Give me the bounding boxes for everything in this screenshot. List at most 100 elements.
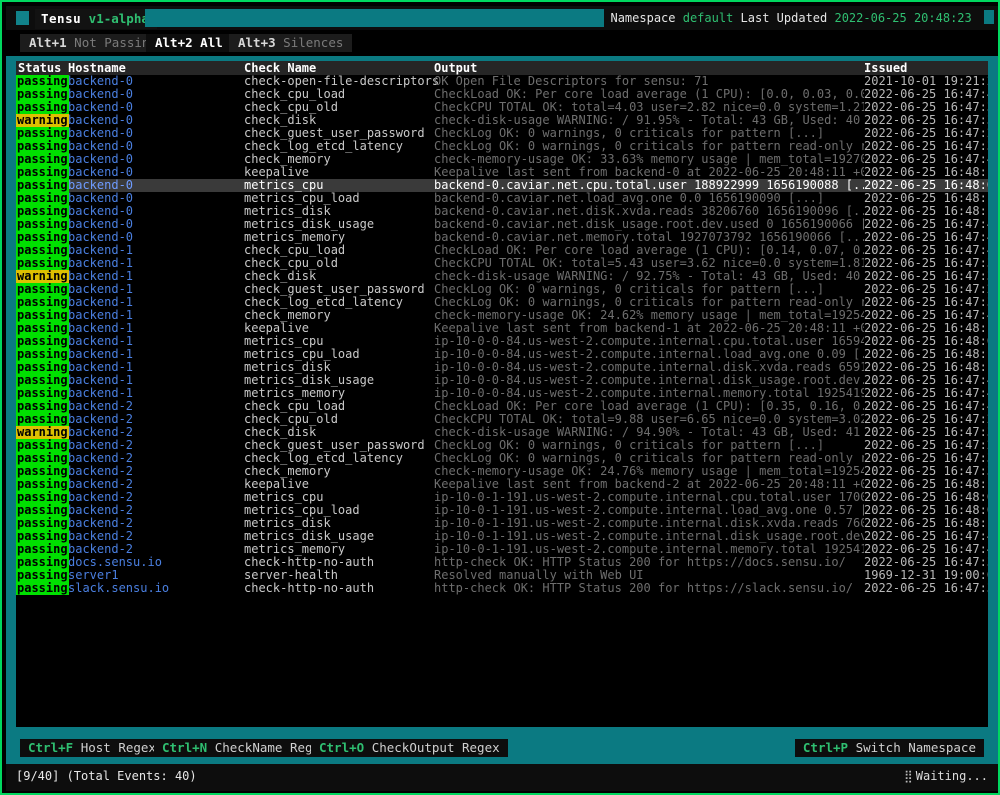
table-row[interactable]: passingbackend-1metrics_memoryip-10-0-0-…: [16, 387, 988, 400]
table-row[interactable]: passingbackend-1check_cpu_oldCheckCPU TO…: [16, 257, 988, 270]
cell-issued: 2022-06-25 16:47:46: [864, 88, 988, 101]
table-row[interactable]: passingbackend-0check_cpu_oldCheckCPU TO…: [16, 101, 988, 114]
cell-hostname: backend-2: [68, 517, 238, 530]
cell-issued: 2022-06-25 16:48:05: [864, 504, 988, 517]
table-row[interactable]: passingbackend-1metrics_diskip-10-0-0-84…: [16, 361, 988, 374]
cell-check-name: check_memory: [244, 309, 439, 322]
table-row[interactable]: passingbackend-0metrics_cpu_loadbackend-…: [16, 192, 988, 205]
table-row[interactable]: passingserver1server-healthResolved manu…: [16, 569, 988, 582]
table-row[interactable]: passingbackend-2check_cpu_loadCheckLoad …: [16, 400, 988, 413]
cell-hostname: backend-1: [68, 244, 238, 257]
table-row[interactable]: passingbackend-2metrics_cpuip-10-0-1-191…: [16, 491, 988, 504]
status-badge: passing: [16, 504, 76, 517]
key-checkname-regex[interactable]: Ctrl+N CheckName Regex: [154, 739, 336, 757]
namespace-value[interactable]: default: [683, 11, 734, 25]
cell-issued: 2022-06-25 16:47:31: [864, 257, 988, 270]
cell-output: check-disk-usage WARNING: / 91.95% - Tot…: [434, 114, 864, 127]
status-badge-chip: warning: [16, 114, 69, 127]
table-row[interactable]: warningbackend-0check_diskcheck-disk-usa…: [16, 114, 988, 127]
cell-check-name: metrics_cpu_load: [244, 192, 439, 205]
cell-output: OK Open File Descriptors for sensu: 71: [434, 75, 864, 88]
status-badge-chip: passing: [16, 153, 69, 166]
status-badge: passing: [16, 192, 76, 205]
status-badge-chip: warning: [16, 426, 69, 439]
cell-issued: 2022-06-25 16:47:46: [864, 218, 988, 231]
cell-hostname: backend-2: [68, 530, 238, 543]
key-checkoutput-regex-label: CheckOutput Regex: [372, 740, 500, 755]
loading-status: ⣿Waiting...: [904, 769, 988, 783]
table-row[interactable]: passingbackend-2check_memorycheck-memory…: [16, 465, 988, 478]
cell-hostname: backend-2: [68, 413, 238, 426]
table-row[interactable]: passingbackend-1check_memorycheck-memory…: [16, 309, 988, 322]
cell-hostname: backend-2: [68, 400, 238, 413]
table-row[interactable]: passingbackend-0check_guest_user_passwor…: [16, 127, 988, 140]
cell-issued: 2022-06-25 16:47:24: [864, 439, 988, 452]
column-header-issued: Issued: [864, 61, 988, 75]
events-table[interactable]: Status Hostname Check Name Output Issued…: [16, 61, 988, 727]
key-checkoutput-regex[interactable]: Ctrl+O CheckOutput Regex: [311, 739, 508, 757]
table-row[interactable]: passingbackend-2check_guest_user_passwor…: [16, 439, 988, 452]
cell-hostname: backend-1: [68, 283, 238, 296]
cell-output: backend-0.caviar.net.disk_usage.root.dev…: [434, 218, 864, 231]
tab-all-label: All: [200, 35, 223, 50]
cell-issued: 2022-06-25 16:47:31: [864, 452, 988, 465]
table-row[interactable]: passingbackend-1metrics_cpu_loadip-10-0-…: [16, 348, 988, 361]
status-badge: passing: [16, 166, 76, 179]
table-row[interactable]: passingbackend-0check-open-file-descript…: [16, 75, 988, 88]
table-row[interactable]: passingbackend-0check_cpu_loadCheckLoad …: [16, 88, 988, 101]
cell-check-name: keepalive: [244, 166, 439, 179]
table-row[interactable]: passingbackend-0check_memorycheck-memory…: [16, 153, 988, 166]
table-row[interactable]: passingbackend-1metrics_disk_usageip-10-…: [16, 374, 988, 387]
table-row[interactable]: passingbackend-1check_log_etcd_latencyCh…: [16, 296, 988, 309]
table-row[interactable]: passingbackend-2metrics_disk_usageip-10-…: [16, 530, 988, 543]
table-row[interactable]: passingbackend-0metrics_diskbackend-0.ca…: [16, 205, 988, 218]
key-switch-namespace[interactable]: Ctrl+P Switch Namespace: [795, 739, 984, 757]
table-row[interactable]: passingbackend-2metrics_cpu_loadip-10-0-…: [16, 504, 988, 517]
cell-issued: 2022-06-25 16:47:34: [864, 140, 988, 153]
square-icon: [16, 11, 29, 25]
table-row[interactable]: passingbackend-0metrics_cpubackend-0.cav…: [16, 179, 988, 192]
table-row[interactable]: passingdocs.sensu.iocheck-http-no-authht…: [16, 556, 988, 569]
tab-not-passing[interactable]: Alt+1 Not Passing: [20, 34, 166, 52]
cell-issued: 2022-06-25 16:47:30: [864, 582, 988, 595]
table-row[interactable]: passingbackend-2check_cpu_oldCheckCPU TO…: [16, 413, 988, 426]
table-row[interactable]: passingbackend-1metrics_cpuip-10-0-0-84.…: [16, 335, 988, 348]
tab-silences[interactable]: Alt+3 Silences: [229, 34, 352, 52]
cell-output: CheckLog OK: 0 warnings, 0 criticals for…: [434, 452, 864, 465]
table-row[interactable]: passingbackend-0keepaliveKeepalive last …: [16, 166, 988, 179]
cell-output: Keepalive last sent from backend-2 at 20…: [434, 478, 864, 491]
table-row[interactable]: passingbackend-2metrics_memoryip-10-0-1-…: [16, 543, 988, 556]
table-row[interactable]: passingbackend-0metrics_memorybackend-0.…: [16, 231, 988, 244]
table-row[interactable]: warningbackend-2check_diskcheck-disk-usa…: [16, 426, 988, 439]
cell-output: CheckLog OK: 0 warnings, 0 criticals for…: [434, 140, 864, 153]
status-badge: passing: [16, 179, 76, 192]
table-row[interactable]: passingbackend-2metrics_diskip-10-0-1-19…: [16, 517, 988, 530]
status-badge-chip: passing: [16, 179, 69, 192]
status-badge-chip: passing: [16, 309, 69, 322]
table-row[interactable]: passingbackend-0check_log_etcd_latencyCh…: [16, 140, 988, 153]
cell-hostname: backend-2: [68, 439, 238, 452]
table-row[interactable]: passingbackend-0metrics_disk_usagebacken…: [16, 218, 988, 231]
status-badge-chip: passing: [16, 556, 69, 569]
tab-all[interactable]: Alt+2 All: [146, 34, 232, 52]
status-badge: passing: [16, 556, 76, 569]
table-row[interactable]: warningbackend-1check_diskcheck-disk-usa…: [16, 270, 988, 283]
status-badge-chip: passing: [16, 127, 69, 140]
waiting-text: Waiting...: [916, 769, 988, 783]
app-version: v1-alpha: [89, 11, 149, 26]
table-row[interactable]: passingbackend-1check_cpu_loadCheckLoad …: [16, 244, 988, 257]
table-row[interactable]: passingbackend-1check_guest_user_passwor…: [16, 283, 988, 296]
key-host-regex[interactable]: Ctrl+F Host Regex: [20, 739, 164, 757]
cell-output: ip-10-0-1-191.us-west-2.compute.internal…: [434, 504, 864, 517]
table-row[interactable]: passingbackend-2keepaliveKeepalive last …: [16, 478, 988, 491]
table-header-row: Status Hostname Check Name Output Issued: [16, 61, 988, 75]
status-badge: passing: [16, 88, 76, 101]
table-row[interactable]: passingbackend-1keepaliveKeepalive last …: [16, 322, 988, 335]
cell-issued: 2022-06-25 16:47:46: [864, 543, 988, 556]
status-badge: passing: [16, 400, 76, 413]
table-row[interactable]: passingbackend-2check_log_etcd_latencyCh…: [16, 452, 988, 465]
cell-issued: 2022-06-25 16:47:46: [864, 387, 988, 400]
table-row[interactable]: passingslack.sensu.iocheck-http-no-authh…: [16, 582, 988, 595]
cell-issued: 2022-06-25 16:47:46: [864, 231, 988, 244]
cell-hostname: backend-1: [68, 374, 238, 387]
